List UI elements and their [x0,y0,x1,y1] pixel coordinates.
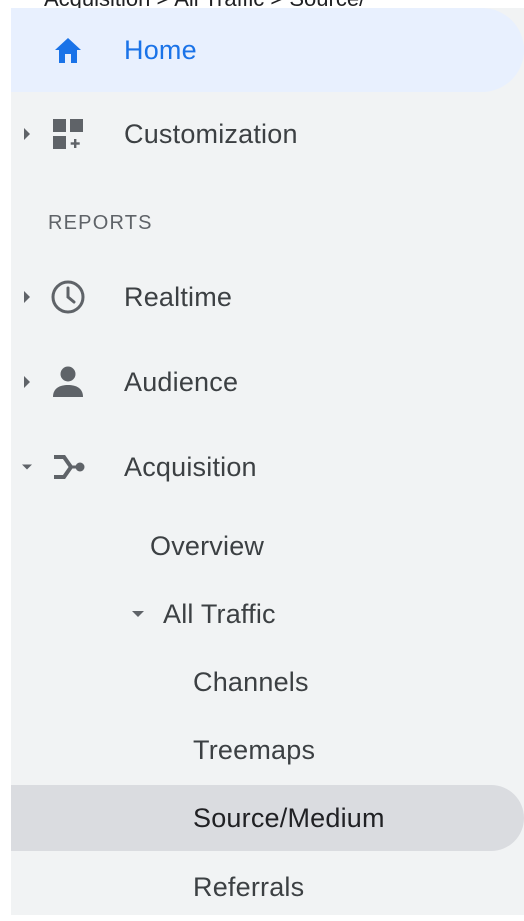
sidebar-item-label: Audience [124,366,239,397]
sidebar-item-label: Referrals [193,871,305,902]
sidebar-item-source-medium[interactable]: Source/Medium [11,785,524,851]
sidebar-item-label: Source/Medium [193,802,385,833]
sidebar-item-realtime[interactable]: Realtime [11,255,524,339]
sidebar-item-label: Channels [193,666,309,697]
caret-down-icon[interactable] [22,462,32,472]
sidebar-item-customization[interactable]: Customization [11,92,524,176]
reports-sidebar: Home Customization REPORTS Realtime Audi… [11,8,524,915]
sidebar-item-label: Realtime [124,281,233,312]
sidebar-item-label: Customization [124,118,298,149]
sidebar-item-channels[interactable]: Channels [11,648,524,716]
clock-icon [48,277,88,317]
sidebar-item-label: Treemaps [193,734,316,765]
acquisition-icon [48,447,88,487]
caret-right-icon[interactable] [22,128,32,140]
sidebar-item-home[interactable]: Home [11,8,524,92]
sidebar-item-label: Overview [150,530,265,561]
sidebar-item-overview[interactable]: Overview [11,512,524,580]
sidebar-item-label: Home [124,34,197,65]
dashboard-add-icon [48,114,88,154]
sidebar-item-audience[interactable]: Audience [11,340,524,424]
sidebar-item-label: Acquisition [124,451,257,482]
sidebar-item-acquisition[interactable]: Acquisition [11,425,524,509]
caret-right-icon[interactable] [22,291,32,303]
person-icon [48,362,88,402]
sidebar-item-treemaps[interactable]: Treemaps [11,716,524,784]
page-title-fragment: Acquisition > All Traffic > Source/ [44,0,365,8]
sidebar-item-referrals[interactable]: Referrals [11,853,524,921]
caret-right-icon[interactable] [22,376,32,388]
section-header-reports: REPORTS [48,212,153,234]
caret-down-icon[interactable] [131,609,145,619]
home-icon [48,30,88,70]
sidebar-item-label: All Traffic [163,598,276,629]
sidebar-item-all-traffic[interactable]: All Traffic [11,580,524,648]
